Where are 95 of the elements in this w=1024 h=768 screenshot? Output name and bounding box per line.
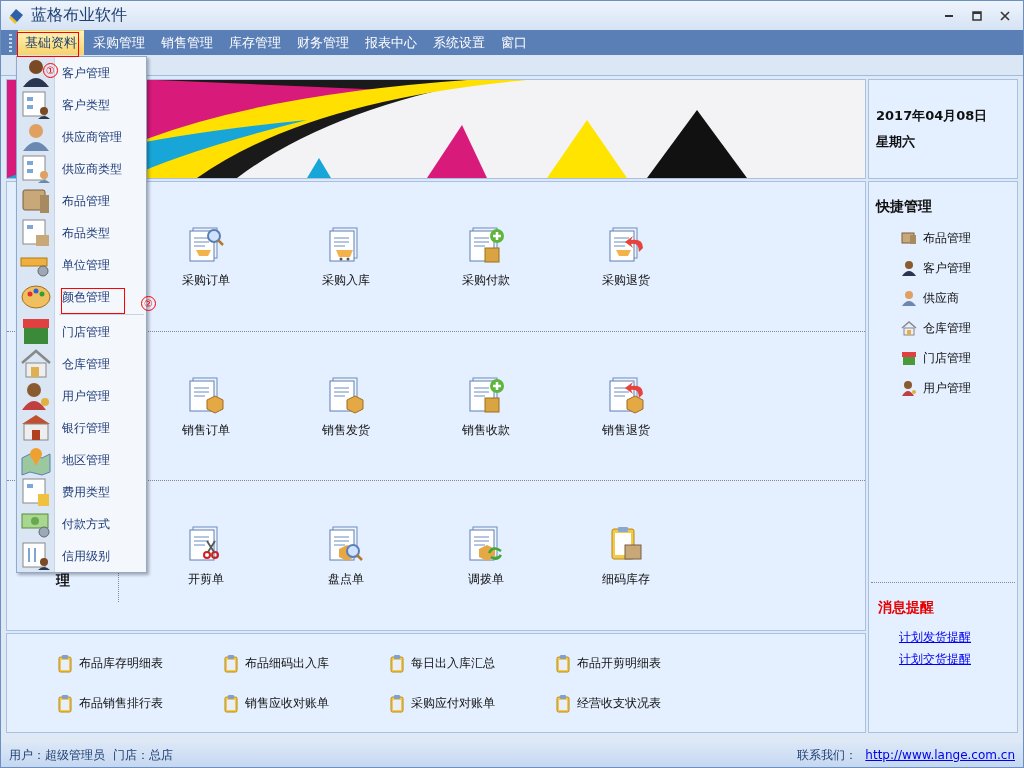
tile-label[interactable]: 采购入库	[322, 272, 370, 289]
report-link[interactable]: 布品销售排行表	[79, 694, 163, 712]
chart-person-icon	[20, 89, 52, 121]
house-icon	[20, 348, 52, 380]
tile-label[interactable]: 盘点单	[328, 571, 364, 589]
menu-item[interactable]: 库存管理	[222, 29, 288, 56]
chart-person-icon	[20, 153, 52, 185]
report-link[interactable]: 布品开剪明细表	[577, 654, 661, 672]
clipboard-icon[interactable]	[389, 693, 405, 713]
section-label: 理	[55, 572, 70, 590]
reminder-link[interactable]: 计划交货提醒	[899, 651, 1015, 668]
report-link[interactable]: 采购应付对账单	[411, 694, 495, 712]
return-arrow-icon[interactable]	[607, 226, 645, 264]
box-document-icon[interactable]	[327, 375, 365, 414]
house-icon[interactable]	[901, 320, 917, 337]
person-icon	[20, 121, 52, 153]
menu-item[interactable]: 销售管理	[154, 29, 220, 56]
clipboard-icon[interactable]	[389, 653, 405, 673]
panel-title: 消息提醒	[877, 599, 934, 615]
quick-link[interactable]: 用户管理	[923, 380, 971, 397]
quick-link[interactable]: 供应商	[923, 290, 959, 307]
website-link[interactable]: http://www.lange.com.cn	[865, 748, 1015, 762]
close-icon	[1000, 10, 1010, 21]
status-text: 门店：总店	[113, 746, 173, 764]
report-link[interactable]: 销售应收对账单	[245, 694, 329, 712]
quick-link[interactable]: 客户管理	[923, 260, 971, 277]
return-arrow-icon[interactable]	[607, 375, 645, 414]
person-icon	[20, 57, 52, 89]
menu-entry[interactable]: 银行管理	[62, 419, 110, 437]
tile-label[interactable]: 销售退货	[602, 421, 650, 439]
magnifier-icon[interactable]	[327, 525, 365, 564]
menu-entry[interactable]: 用户管理	[62, 387, 110, 405]
tile-label[interactable]: 调拨单	[468, 571, 504, 589]
clipboard-icon[interactable]	[223, 693, 239, 713]
report-link[interactable]: 布品细码出入库	[245, 654, 329, 672]
menu-entry[interactable]: 供应商类型	[62, 160, 122, 178]
app-logo-icon	[7, 6, 25, 25]
reminder-link[interactable]: 计划发货提醒	[899, 629, 1015, 646]
tile-label[interactable]: 销售发货	[322, 421, 370, 439]
tile-label[interactable]: 销售订单	[182, 421, 230, 439]
menu-entry[interactable]: 布品类型	[62, 224, 110, 242]
date-text: 2017年04月08日	[876, 107, 989, 125]
quick-link[interactable]: 布品管理	[923, 230, 971, 247]
chart-fabric-icon	[20, 217, 52, 249]
menu-entry[interactable]: 费用类型	[62, 483, 110, 501]
menu-entry[interactable]: 地区管理	[62, 451, 110, 469]
window-title: 蓝格布业软件	[31, 5, 128, 26]
person-key-icon	[20, 380, 52, 412]
menu-entry[interactable]: 单位管理	[62, 256, 110, 274]
menu-item[interactable]: 系统设置	[426, 29, 492, 56]
menu-entry[interactable]: 供应商管理	[62, 128, 122, 146]
clipboard-icon[interactable]	[57, 693, 73, 713]
tile-label[interactable]: 采购退货	[602, 272, 650, 289]
menu-grip	[9, 33, 12, 52]
panel-title: 快捷管理	[874, 198, 933, 216]
clipboard-icon[interactable]	[555, 653, 571, 673]
swap-arrows-icon[interactable]	[467, 525, 505, 564]
tile-label[interactable]: 开剪单	[188, 571, 224, 589]
tile-label[interactable]: 采购订单	[182, 272, 230, 289]
weekday-text: 星期六	[876, 133, 916, 151]
menu-entry[interactable]: 客户类型	[62, 96, 110, 114]
tile-label[interactable]: 销售收款	[462, 421, 510, 439]
report-link[interactable]: 布品库存明细表	[79, 654, 163, 672]
menu-entry[interactable]: 布品管理	[62, 192, 110, 210]
clipboard-icon[interactable]	[555, 693, 571, 713]
menu-entry[interactable]: 门店管理	[62, 323, 110, 341]
quick-link[interactable]: 门店管理	[923, 350, 971, 367]
person-key-icon[interactable]	[901, 380, 917, 397]
menu-item[interactable]: 基础资料	[18, 29, 84, 56]
report-link[interactable]: 每日出入库汇总	[411, 654, 495, 672]
fabric-roll-icon[interactable]	[901, 230, 917, 247]
menu-item[interactable]: 报表中心	[358, 29, 424, 56]
status-text: 用户：超级管理员	[9, 746, 105, 764]
clipboard-icon[interactable]	[223, 653, 239, 673]
report-link[interactable]: 经营收支状况表	[577, 694, 661, 712]
menu-item[interactable]: 财务管理	[290, 29, 356, 56]
maximize-icon	[972, 10, 982, 21]
menu-entry[interactable]: 付款方式	[62, 515, 110, 533]
menu-entry[interactable]: 信用级别	[62, 547, 110, 565]
quick-link[interactable]: 仓库管理	[923, 320, 971, 337]
clipboard-icon[interactable]	[57, 653, 73, 673]
minimize-icon	[945, 14, 953, 17]
annotation-frame	[17, 32, 79, 57]
tile-label[interactable]: 采购付款	[462, 272, 510, 289]
box-document-icon[interactable]	[187, 375, 225, 414]
menu-item[interactable]: 窗口	[494, 29, 534, 56]
annotation-frame	[61, 288, 125, 314]
bank-icon	[20, 412, 52, 444]
menu-entry[interactable]: 颜色管理	[62, 288, 110, 306]
menu-entry[interactable]: 客户管理	[62, 64, 110, 82]
menu-entry[interactable]: 仓库管理	[62, 355, 110, 373]
menu-item[interactable]: 采购管理	[86, 29, 152, 56]
person-icon[interactable]	[901, 260, 917, 277]
tile-label[interactable]: 细码库存	[602, 571, 650, 589]
status-text: 联系我们：	[797, 746, 858, 764]
